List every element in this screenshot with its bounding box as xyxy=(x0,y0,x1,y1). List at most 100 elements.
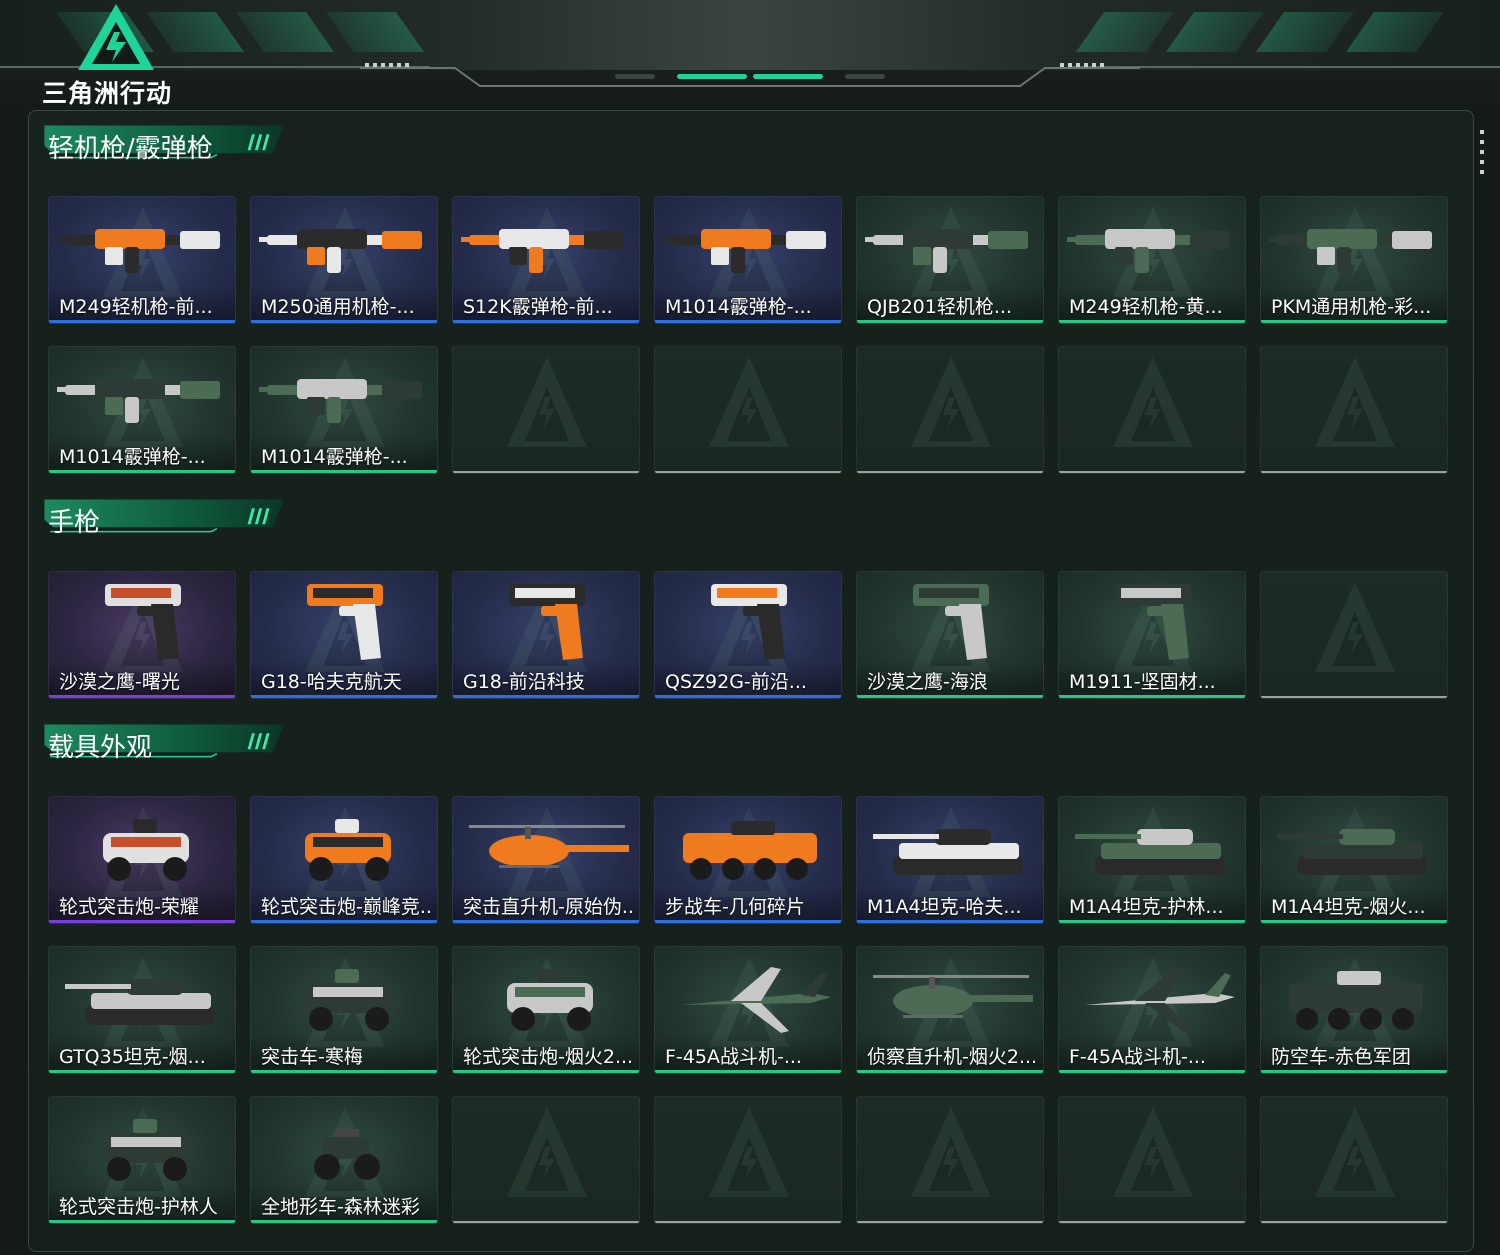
rarity-bar xyxy=(655,1070,841,1073)
skin-name: M1014霰弹枪-... xyxy=(59,446,206,468)
rarity-bar xyxy=(49,920,235,923)
skin-card[interactable]: 轮式突击炮-荣耀 xyxy=(48,796,236,924)
skin-card[interactable]: M1A4坦克-烟火... xyxy=(1260,796,1448,924)
skin-name: M250通用机枪-... xyxy=(261,296,415,318)
empty-slot xyxy=(856,1096,1044,1224)
watermark-logo-icon xyxy=(1113,357,1193,447)
rarity-bar xyxy=(1059,1221,1245,1223)
section-title: 载具外观 xyxy=(48,733,153,763)
rarity-bar xyxy=(453,695,639,698)
rarity-bar xyxy=(655,920,841,923)
skin-card[interactable]: GTQ35坦克-烟... xyxy=(48,946,236,1074)
rarity-bar xyxy=(655,320,841,323)
rarity-bar xyxy=(857,1221,1043,1223)
empty-slot xyxy=(1260,346,1448,474)
skin-card[interactable]: M249轻机枪-前... xyxy=(48,196,236,324)
skin-name: 沙漠之鹰-曙光 xyxy=(59,671,180,693)
rarity-bar xyxy=(1059,471,1245,473)
rarity-bar xyxy=(655,1221,841,1223)
skin-name: 轮式突击炮-巅峰竞... xyxy=(261,896,433,918)
skin-card[interactable]: 步战车-几何碎片 xyxy=(654,796,842,924)
skin-card[interactable]: QSZ92G-前沿... xyxy=(654,571,842,699)
rarity-bar xyxy=(857,1070,1043,1073)
skin-card[interactable]: F-45A战斗机-... xyxy=(1058,946,1246,1074)
skin-name: 轮式突击炮-荣耀 xyxy=(59,896,199,918)
skin-card[interactable]: QJB201轻机枪... xyxy=(856,196,1044,324)
skin-name: QSZ92G-前沿... xyxy=(665,671,807,693)
game-logo: 三角洲行动 xyxy=(42,4,192,108)
rarity-bar xyxy=(251,920,437,923)
skin-card[interactable]: M1014霰弹枪-... xyxy=(654,196,842,324)
section-header: 载具外观 xyxy=(0,719,340,771)
skin-card[interactable]: M1A4坦克-护林... xyxy=(1058,796,1246,924)
skin-card[interactable]: M249轻机枪-黄... xyxy=(1058,196,1246,324)
skin-card[interactable]: 全地形车-森林迷彩 xyxy=(250,1096,438,1224)
skin-name: S12K霰弹枪-前... xyxy=(463,296,613,318)
empty-slot xyxy=(654,1096,842,1224)
rarity-bar xyxy=(655,695,841,698)
rarity-bar xyxy=(1261,471,1447,473)
skin-card[interactable]: 沙漠之鹰-海浪 xyxy=(856,571,1044,699)
empty-slot xyxy=(452,1096,640,1224)
skin-name: QJB201轻机枪... xyxy=(867,296,1012,318)
rarity-bar xyxy=(453,1221,639,1223)
header: 三角洲行动 xyxy=(0,0,1500,110)
rarity-bar xyxy=(1059,695,1245,698)
skin-card[interactable]: 侦察直升机-烟火2... xyxy=(856,946,1044,1074)
page-indicator-segment xyxy=(615,74,655,79)
skin-name: 全地形车-森林迷彩 xyxy=(261,1196,420,1218)
watermark-logo-icon xyxy=(1315,1107,1395,1197)
skin-card[interactable]: M1014霰弹枪-... xyxy=(250,346,438,474)
rarity-bar xyxy=(49,1220,235,1223)
skin-name: M249轻机枪-前... xyxy=(59,296,213,318)
skin-card[interactable]: M1A4坦克-哈夫... xyxy=(856,796,1044,924)
skin-card[interactable]: 轮式突击炮-烟火2... xyxy=(452,946,640,1074)
rarity-bar xyxy=(49,695,235,698)
rarity-bar xyxy=(1059,920,1245,923)
rarity-bar xyxy=(857,471,1043,473)
skin-name: M1A4坦克-护林... xyxy=(1069,896,1224,918)
rarity-bar xyxy=(251,320,437,323)
skin-name: M1A4坦克-烟火... xyxy=(1271,896,1426,918)
rarity-bar xyxy=(251,695,437,698)
page-indicator-segment xyxy=(677,74,747,79)
skin-card[interactable]: M1911-坚固材... xyxy=(1058,571,1246,699)
skin-card[interactable]: G18-哈夫克航天 xyxy=(250,571,438,699)
watermark-logo-icon xyxy=(911,1107,991,1197)
rarity-bar xyxy=(1261,920,1447,923)
watermark-logo-icon xyxy=(911,357,991,447)
page-indicator-segment xyxy=(845,74,885,79)
skin-card[interactable]: S12K霰弹枪-前... xyxy=(452,196,640,324)
page-indicator-segment xyxy=(753,74,823,79)
rarity-bar xyxy=(453,920,639,923)
watermark-logo-icon xyxy=(709,1107,789,1197)
skin-card[interactable]: 突击车-寒梅 xyxy=(250,946,438,1074)
skin-card[interactable]: 轮式突击炮-巅峰竞... xyxy=(250,796,438,924)
empty-slot xyxy=(856,346,1044,474)
skin-card[interactable]: 轮式突击炮-护林人 xyxy=(48,1096,236,1224)
skin-card[interactable]: M250通用机枪-... xyxy=(250,196,438,324)
scrollbar[interactable] xyxy=(1480,130,1486,180)
skin-name: 突击车-寒梅 xyxy=(261,1046,363,1068)
watermark-logo-icon xyxy=(1315,582,1395,672)
empty-slot xyxy=(1058,346,1246,474)
rarity-bar xyxy=(251,1070,437,1073)
skin-card[interactable]: 防空车-赤色军团 xyxy=(1260,946,1448,1074)
skin-card[interactable]: 突击直升机-原始伪... xyxy=(452,796,640,924)
skin-name: 轮式突击炮-烟火2... xyxy=(463,1046,634,1068)
skin-card[interactable]: PKM通用机枪-彩... xyxy=(1260,196,1448,324)
skin-name: M1014霰弹枪-... xyxy=(261,446,408,468)
skin-name: G18-前沿科技 xyxy=(463,671,585,693)
rarity-bar xyxy=(1059,320,1245,323)
rarity-bar xyxy=(453,471,639,473)
skin-card[interactable]: G18-前沿科技 xyxy=(452,571,640,699)
skin-name: GTQ35坦克-烟... xyxy=(59,1046,206,1068)
section-title: 轻机枪/霰弹枪 xyxy=(48,134,213,164)
skin-card[interactable]: F-45A战斗机-... xyxy=(654,946,842,1074)
rarity-bar xyxy=(857,695,1043,698)
skin-card[interactable]: M1014霰弹枪-... xyxy=(48,346,236,474)
rarity-bar xyxy=(1059,1070,1245,1073)
skin-name: 轮式突击炮-护林人 xyxy=(59,1196,218,1218)
skin-name: 沙漠之鹰-海浪 xyxy=(867,671,988,693)
skin-card[interactable]: 沙漠之鹰-曙光 xyxy=(48,571,236,699)
